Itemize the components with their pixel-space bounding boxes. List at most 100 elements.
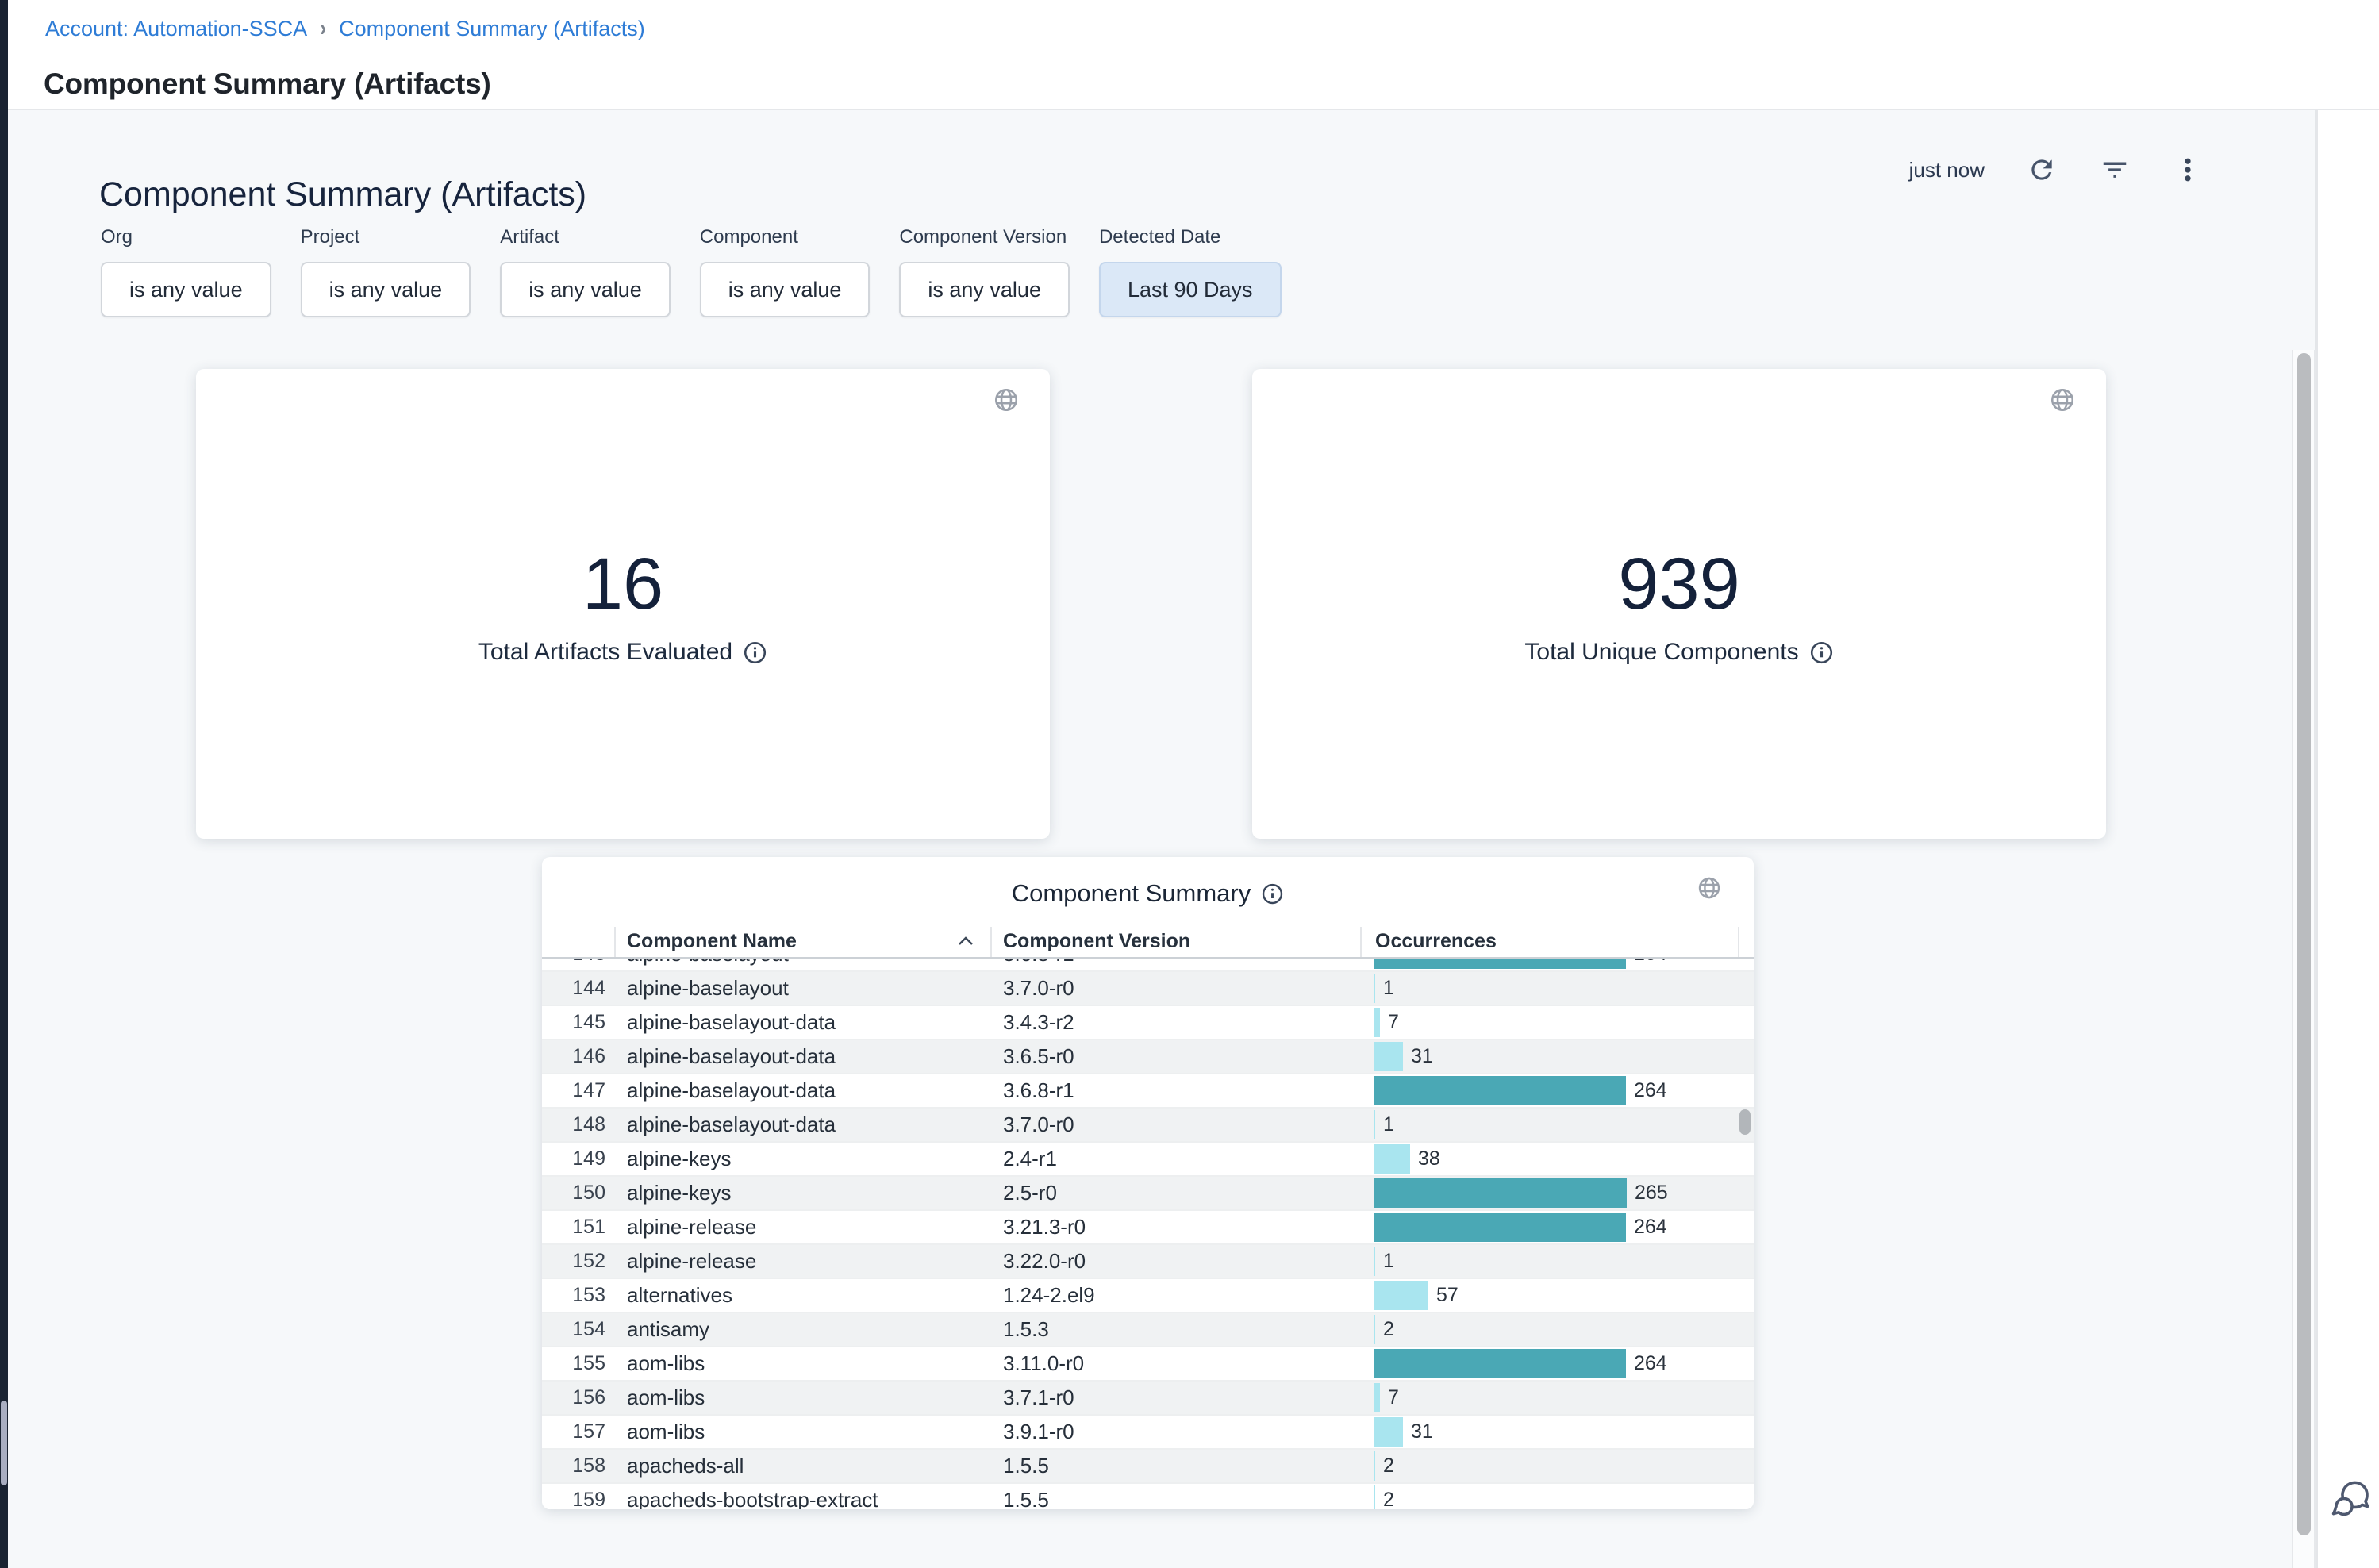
occurrence-bar[interactable] bbox=[1374, 1076, 1626, 1105]
component-version-cell: 2.5-r0 bbox=[1003, 1177, 1057, 1209]
table-row: 148alpine-baselayout-data3.7.0-r01 bbox=[542, 1109, 1754, 1143]
breadcrumb-current-link[interactable]: Component Summary (Artifacts) bbox=[339, 16, 645, 41]
column-header-occurrences[interactable]: Occurrences bbox=[1375, 930, 1497, 953]
right-gutter bbox=[2316, 0, 2379, 1568]
table-row: 157aom-libs3.9.1-r031 bbox=[542, 1416, 1754, 1450]
breadcrumb: Account: Automation-SSCA › Component Sum… bbox=[45, 16, 645, 41]
occurrence-bar[interactable] bbox=[1374, 959, 1626, 969]
tile-globe-button[interactable] bbox=[1697, 874, 1724, 901]
filter-label: Org bbox=[101, 226, 271, 248]
occurrence-bar[interactable] bbox=[1374, 974, 1375, 1003]
filter-group-detected-date: Detected Date Last 90 Days bbox=[1099, 226, 1282, 317]
stat-value: 939 bbox=[1252, 542, 2106, 626]
table-row: 144alpine-baselayout3.7.0-r01 bbox=[542, 972, 1754, 1006]
globe-icon bbox=[2049, 386, 2076, 413]
dashboard-more-menu-button[interactable] bbox=[2172, 154, 2204, 186]
row-number: 158 bbox=[542, 1450, 605, 1482]
info-icon[interactable] bbox=[743, 640, 767, 665]
component-version-cell: 1.5.5 bbox=[1003, 1450, 1049, 1482]
component-version-cell: 3.6.8-r1 bbox=[1003, 959, 1074, 970]
component-version-cell: 1.5.3 bbox=[1003, 1313, 1049, 1346]
row-number: 144 bbox=[542, 972, 605, 1005]
component-name-cell: alpine-release bbox=[627, 1245, 756, 1278]
table-row: 149alpine-keys2.4-r138 bbox=[542, 1143, 1754, 1177]
table-scrollbar-thumb[interactable] bbox=[1739, 1109, 1751, 1135]
globe-icon bbox=[993, 386, 1020, 413]
table-row: 159apacheds-bootstrap-extract1.5.52 bbox=[542, 1484, 1754, 1509]
component-name-cell: apacheds-bootstrap-extract bbox=[627, 1484, 878, 1509]
chat-bubbles-icon bbox=[2327, 1475, 2375, 1521]
component-version-cell: 3.9.1-r0 bbox=[1003, 1416, 1074, 1448]
component-name-cell: alpine-baselayout bbox=[627, 972, 789, 1005]
occurrence-bar[interactable] bbox=[1374, 1213, 1626, 1242]
occurrence-bar[interactable] bbox=[1374, 1315, 1375, 1344]
occurrence-value: 264 bbox=[1634, 1211, 1667, 1243]
filter-label: Detected Date bbox=[1099, 226, 1282, 248]
table-row: 151alpine-release3.21.3-r0264 bbox=[542, 1211, 1754, 1245]
filter-bar: Orgis any valueProjectis any valueArtifa… bbox=[101, 226, 1282, 317]
occurrence-value: 2 bbox=[1383, 1484, 1394, 1509]
row-number: 148 bbox=[542, 1109, 605, 1141]
filter-value-button[interactable]: is any value bbox=[301, 262, 471, 317]
occurrence-bar[interactable] bbox=[1374, 1485, 1375, 1509]
info-icon[interactable] bbox=[1261, 882, 1284, 905]
occurrence-bar[interactable] bbox=[1374, 1178, 1627, 1208]
component-version-cell: 3.7.0-r0 bbox=[1003, 1109, 1074, 1141]
filter-value-button[interactable]: is any value bbox=[101, 262, 271, 317]
component-name-cell: alpine-baselayout-data bbox=[627, 1006, 836, 1039]
occurrence-value: 31 bbox=[1411, 1040, 1433, 1073]
occurrence-bar[interactable] bbox=[1374, 1349, 1626, 1378]
stat-tile-0: 16Total Artifacts Evaluated bbox=[196, 369, 1050, 839]
occurrence-bar[interactable] bbox=[1374, 1281, 1428, 1310]
left-nav-scrollbar-thumb[interactable] bbox=[1, 1401, 7, 1485]
occurrence-bar[interactable] bbox=[1374, 1110, 1375, 1139]
occurrence-value: 7 bbox=[1388, 1382, 1399, 1414]
row-number: 143 bbox=[542, 959, 605, 970]
occurrence-value: 1 bbox=[1383, 972, 1394, 1005]
occurrence-value: 2 bbox=[1383, 1313, 1394, 1346]
tile-globe-button[interactable] bbox=[2049, 386, 2076, 413]
help-chat-button[interactable] bbox=[2327, 1474, 2375, 1522]
filter-value-button[interactable]: is any value bbox=[500, 262, 671, 317]
filter-group-org: Org is any value bbox=[101, 226, 271, 317]
component-name-cell: alpine-baselayout bbox=[627, 959, 789, 970]
column-header-component-version[interactable]: Component Version bbox=[1003, 930, 1190, 953]
occurrence-bar[interactable] bbox=[1374, 1383, 1380, 1412]
column-header-component-name[interactable]: Component Name bbox=[627, 930, 797, 953]
occurrence-bar[interactable] bbox=[1374, 1417, 1403, 1447]
occurrence-bar[interactable] bbox=[1374, 1008, 1380, 1037]
tile-globe-button[interactable] bbox=[993, 386, 1020, 413]
filter-value-button[interactable]: is any value bbox=[899, 262, 1070, 317]
component-name-cell: alpine-baselayout-data bbox=[627, 1109, 836, 1141]
occurrence-bar[interactable] bbox=[1374, 1144, 1410, 1174]
filter-value-button[interactable]: is any value bbox=[700, 262, 871, 317]
row-number: 155 bbox=[542, 1347, 605, 1380]
breadcrumb-account-link[interactable]: Account: Automation-SSCA bbox=[45, 16, 307, 41]
component-name-cell: aom-libs bbox=[627, 1416, 705, 1448]
sort-asc-icon bbox=[956, 935, 975, 947]
row-number: 156 bbox=[542, 1382, 605, 1414]
info-icon[interactable] bbox=[1809, 640, 1834, 665]
row-number: 152 bbox=[542, 1245, 605, 1278]
occurrence-value: 7 bbox=[1388, 1006, 1399, 1039]
table-row: 155aom-libs3.11.0-r0264 bbox=[542, 1347, 1754, 1382]
occurrence-value: 264 bbox=[1634, 959, 1667, 970]
table-row: 147alpine-baselayout-data3.6.8-r1264 bbox=[542, 1074, 1754, 1109]
occurrence-value: 57 bbox=[1436, 1279, 1459, 1312]
page-scrollbar-thumb[interactable] bbox=[2297, 353, 2311, 1535]
component-version-cell: 3.6.8-r1 bbox=[1003, 1074, 1074, 1107]
dashboard-panel: Component Summary (Artifacts) just now bbox=[8, 110, 2316, 1568]
refresh-icon bbox=[2027, 155, 2057, 185]
filter-group-component: Componentis any value bbox=[700, 226, 871, 317]
occurrence-bar[interactable] bbox=[1374, 1042, 1403, 1071]
occurrence-bar[interactable] bbox=[1374, 1247, 1375, 1276]
table-row: 146alpine-baselayout-data3.6.5-r031 bbox=[542, 1040, 1754, 1074]
occurrence-bar[interactable] bbox=[1374, 1451, 1375, 1481]
filter-toggle-button[interactable] bbox=[2099, 154, 2131, 186]
filter-label: Artifact bbox=[500, 226, 671, 248]
page: { "colors": { "link_blue": "#2e7cd6", "p… bbox=[0, 0, 2379, 1568]
filter-value-button[interactable]: Last 90 Days bbox=[1099, 262, 1282, 317]
globe-icon bbox=[1697, 875, 1724, 901]
row-number: 145 bbox=[542, 1006, 605, 1039]
refresh-button[interactable] bbox=[2026, 154, 2058, 186]
